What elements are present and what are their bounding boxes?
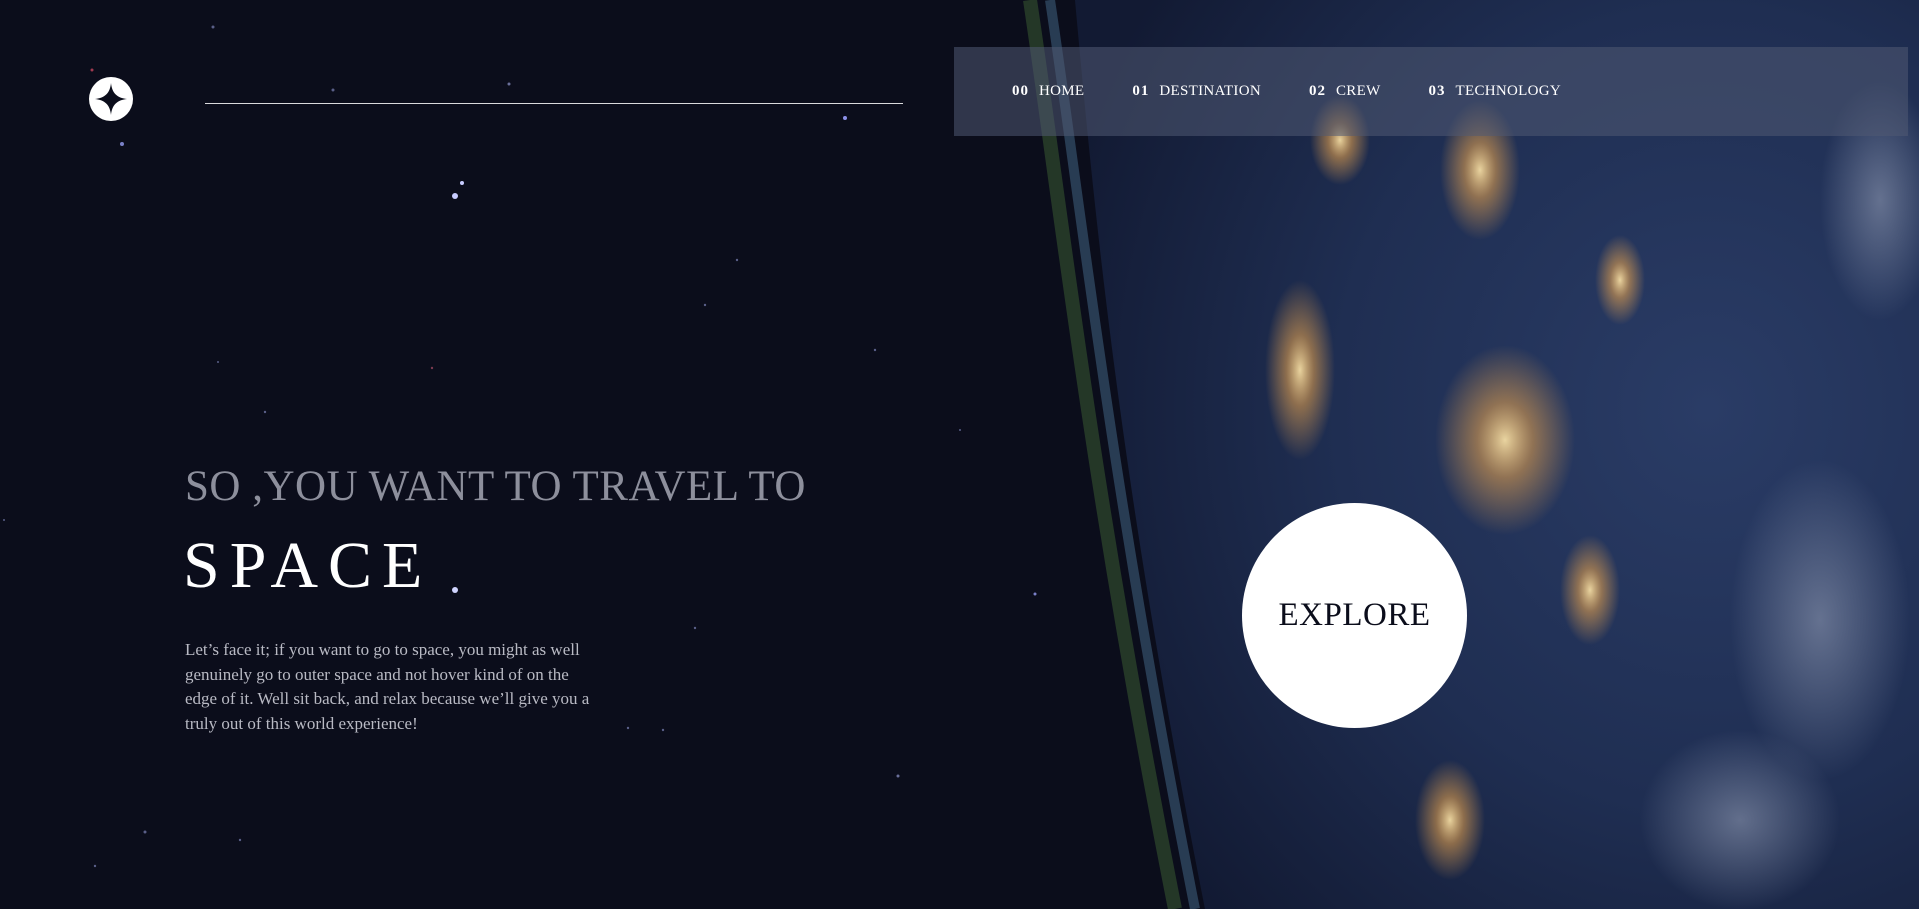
nav-item-label: CREW xyxy=(1336,83,1381,99)
nav-item-crew[interactable]: 02 CREW xyxy=(1309,83,1381,100)
logo[interactable] xyxy=(89,77,133,121)
explore-button[interactable]: EXPLORE xyxy=(1242,503,1467,728)
background-earth-image xyxy=(0,0,1919,909)
hero-subtitle: SO ,YOU WANT TO TRAVEL TO xyxy=(185,463,806,510)
star-icon xyxy=(95,83,127,115)
hero-description: Let’s face it; if you want to go to spac… xyxy=(185,640,590,733)
earth-night-illustration xyxy=(3,0,1919,909)
nav-item-number: 01 xyxy=(1132,83,1150,99)
header-divider xyxy=(205,103,903,104)
nav-item-destination[interactable]: 01 DESTINATION xyxy=(1132,83,1261,100)
hero-title: SPACE xyxy=(183,529,433,602)
nav-item-number: 02 xyxy=(1309,83,1326,99)
nav-item-home[interactable]: 00 HOME xyxy=(1012,83,1084,100)
nav-item-label: TECHNOLOGY xyxy=(1455,83,1562,99)
nav-item-label: HOME xyxy=(1039,83,1085,99)
main-navigation: 00 HOME 01 DESTINATION 02 CREW 03 TECHNO… xyxy=(954,47,1908,136)
nav-item-label: DESTINATION xyxy=(1159,83,1261,99)
nav-item-number: 00 xyxy=(1012,83,1029,99)
nav-item-number: 03 xyxy=(1428,83,1446,99)
nav-item-technology[interactable]: 03 TECHNOLOGY xyxy=(1429,83,1562,100)
